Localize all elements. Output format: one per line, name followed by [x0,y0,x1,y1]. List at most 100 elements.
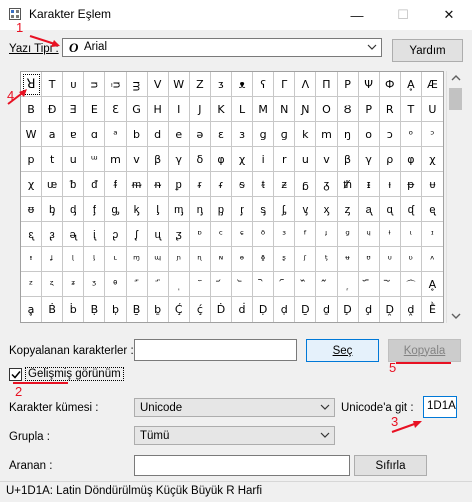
character-cell[interactable]: ᶣ [358,222,380,247]
character-cell[interactable]: ʕ [253,72,275,97]
character-cell[interactable]: ᶧ [21,247,43,272]
character-cell[interactable]: W [21,122,43,147]
character-cell[interactable]: ᶗ [105,222,127,247]
character-cell[interactable]: δ [189,147,211,172]
character-cell[interactable]: g [253,122,275,147]
character-cell[interactable]: e [168,122,190,147]
character-cell[interactable]: ḁ [21,297,43,322]
group-dropdown[interactable]: Tümü [134,426,335,445]
advanced-view-label[interactable]: Gelişmiş görünüm [25,367,124,381]
character-cell[interactable]: Ḏ [295,297,317,322]
character-cell[interactable]: ᵓ [421,122,443,147]
character-cell[interactable]: ꓤ [21,72,43,97]
character-cell[interactable]: Π [316,72,338,97]
character-cell[interactable]: ᶱ [232,247,254,272]
character-cell[interactable]: γ [358,147,380,172]
select-button[interactable]: Seç [306,339,379,362]
character-cell[interactable]: k [295,122,317,147]
character-cell[interactable]: ə [189,122,211,147]
character-cell[interactable]: I [168,97,190,122]
character-cell[interactable]: ᴜ [63,72,85,97]
character-cell[interactable]: ɑ [84,122,106,147]
character-cell[interactable]: ᵯ [126,172,148,197]
character-cell[interactable]: ᴝ [84,72,106,97]
character-cell[interactable]: ᶓ [21,222,43,247]
character-cell[interactable]: ᶝ [232,222,254,247]
character-cell[interactable]: ᷈ [295,272,317,297]
character-cell[interactable]: ɛ [210,122,232,147]
character-cell[interactable]: ᵺ [337,172,359,197]
character-cell[interactable]: E [84,97,106,122]
character-cell[interactable]: ᵬ [63,172,85,197]
character-cell[interactable]: ḑ [359,297,380,322]
character-cell[interactable]: ɡ [274,122,296,147]
character-cell[interactable]: ᶦ [421,222,443,247]
character-cell[interactable]: U [421,97,443,122]
character-cell[interactable]: ḃ [63,297,85,322]
character-cell[interactable]: m [316,122,338,147]
character-cell[interactable]: β [337,147,359,172]
character-cell[interactable]: G [126,97,148,122]
character-cell[interactable]: χ [421,147,443,172]
character-cell[interactable]: ᶚ [168,222,190,247]
reset-button[interactable]: Sıfırla [354,455,427,476]
character-cell[interactable]: ḇ [148,297,169,322]
character-cell[interactable]: d [147,122,169,147]
copy-characters-input[interactable] [134,339,297,361]
character-cell[interactable]: ᶶ [337,247,359,272]
character-cell[interactable]: ḓ [401,297,422,322]
character-cell[interactable]: Ḑ [338,297,359,322]
character-cell[interactable]: ᶕ [63,222,85,247]
character-cell[interactable]: ᷇ [274,272,296,297]
character-cell[interactable]: φ [400,147,422,172]
character-cell[interactable]: ᶲ [253,247,275,272]
character-cell[interactable]: ɜ [232,122,254,147]
character-cell[interactable]: ᷁ [147,272,169,297]
character-cell[interactable]: m [105,147,127,172]
character-cell[interactable]: ᶽ [63,272,85,297]
character-cell[interactable]: Ḋ [211,297,232,322]
character-cell[interactable]: ŋ [337,122,359,147]
character-cell[interactable]: ᶈ [210,197,232,222]
character-cell[interactable]: ᶀ [42,197,64,222]
character-cell[interactable]: ᵼ [379,172,401,197]
character-cell[interactable]: Æ [421,72,443,97]
character-cell[interactable]: ᵴ [232,172,254,197]
character-cell[interactable]: ᶎ [337,197,359,222]
character-cell[interactable]: Ρ [337,72,359,97]
character-cell[interactable]: ᶉ [232,197,254,222]
character-cell[interactable]: N [274,97,296,122]
character-cell[interactable]: ᵫ [42,172,64,197]
character-cell[interactable]: Ḇ [127,297,148,322]
character-cell[interactable]: M [253,97,275,122]
character-cell[interactable]: ᶂ [84,197,106,222]
character-cell[interactable]: T [400,97,422,122]
character-cell[interactable]: ᶙ [147,222,169,247]
character-cell[interactable]: ᴟ [126,72,148,97]
character-cell[interactable]: ᶭ [147,247,169,272]
character-cell[interactable]: ᷀ [126,272,148,297]
character-cell[interactable]: ᶐ [379,197,401,222]
character-cell[interactable]: Z [189,72,211,97]
character-cell[interactable]: ᷃ [189,272,211,297]
character-cell[interactable]: ᶡ [316,222,338,247]
character-cell[interactable]: ᶰ [210,247,232,272]
minimize-button[interactable]: — [334,0,380,30]
character-cell[interactable]: Λ [295,72,317,97]
character-cell[interactable]: ᴥ [232,72,254,97]
character-cell[interactable]: Ḃ [42,297,64,322]
character-cell[interactable]: β [147,147,169,172]
character-cell[interactable]: ᶴ [295,247,317,272]
character-cell[interactable]: ᶋ [274,197,296,222]
character-cell[interactable]: ᶳ [274,247,296,272]
character-cell[interactable]: ᵃ [105,122,127,147]
character-cell[interactable]: γ [168,147,190,172]
character-cell[interactable]: ɔ [379,122,401,147]
character-cell[interactable]: H [147,97,169,122]
character-cell[interactable]: Ḕ [422,297,443,322]
character-cell[interactable]: ᵮ [105,172,127,197]
character-cell[interactable]: i [253,147,275,172]
character-cell[interactable]: φ [210,147,232,172]
character-cell[interactable]: ᷋ [358,272,380,297]
character-cell[interactable]: ᷊ [337,272,359,297]
